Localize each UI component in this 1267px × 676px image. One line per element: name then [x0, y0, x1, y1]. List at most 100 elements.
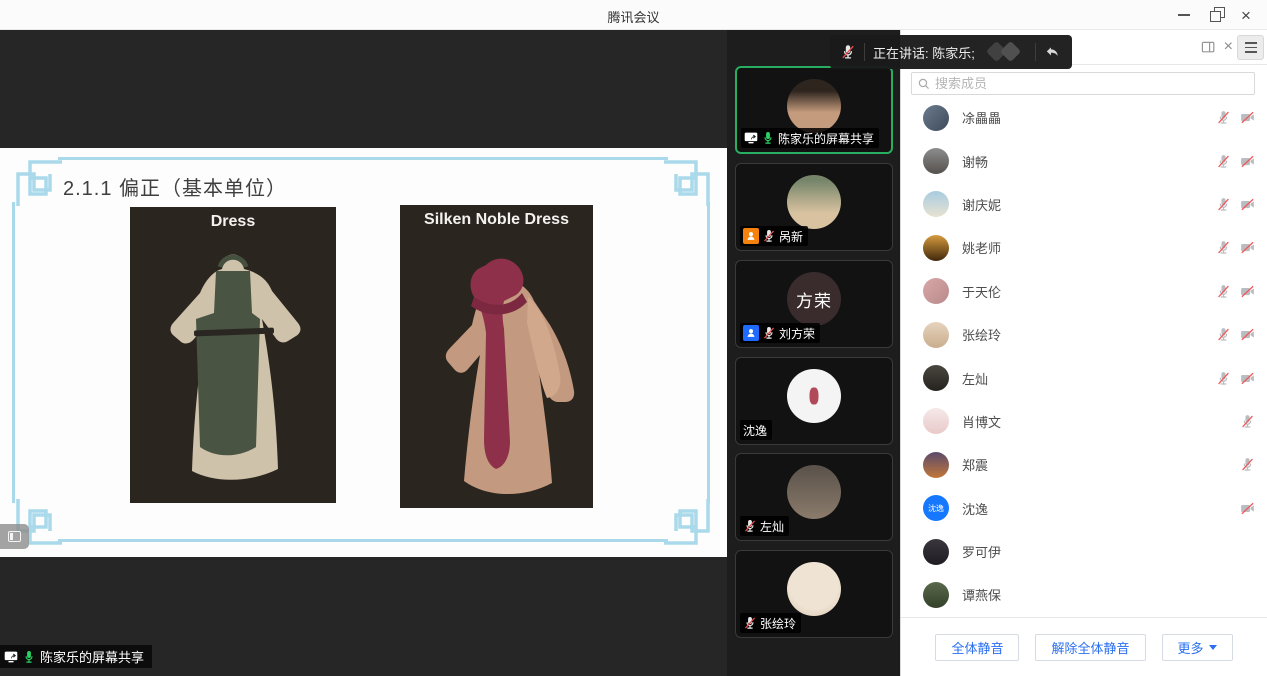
layout-toggle-handle[interactable] — [0, 524, 29, 549]
participant-name: 陈家乐的屏幕共享 — [778, 130, 874, 147]
unmute-all-button[interactable]: 解除全体静音 — [1035, 634, 1145, 661]
avatar — [923, 105, 949, 131]
mic-muted-icon[interactable] — [1216, 327, 1231, 342]
member-name: 左灿 — [962, 369, 1216, 388]
host-badge-icon — [743, 228, 759, 244]
member-row[interactable]: 沈逸 沈逸 — [901, 487, 1267, 530]
mic-muted-icon — [840, 44, 856, 60]
camera-muted-icon[interactable] — [1240, 154, 1255, 169]
avatar — [787, 465, 841, 519]
member-row[interactable]: 肖博文 — [901, 400, 1267, 443]
camera-muted-icon[interactable] — [1240, 371, 1255, 386]
panel-close-icon[interactable]: × — [1224, 39, 1233, 55]
avatar — [787, 175, 841, 229]
restore-button[interactable] — [1201, 0, 1231, 30]
video-tile[interactable]: 方荣 刘方荣 — [735, 260, 893, 348]
avatar-figure — [810, 388, 819, 405]
tile-label: 呙新 — [740, 226, 808, 246]
avatar — [923, 191, 949, 217]
mic-on-icon — [22, 650, 36, 664]
dress-illustration — [130, 207, 336, 503]
participant-name: 张绘玲 — [760, 615, 796, 632]
member-badge-icon — [743, 325, 759, 341]
member-name: 沈逸 — [962, 499, 1240, 518]
member-row[interactable]: 谢庆妮 — [901, 183, 1267, 226]
mic-muted-icon[interactable] — [1216, 240, 1231, 255]
hamburger-menu-button[interactable] — [1237, 35, 1264, 60]
more-button[interactable]: 更多 — [1162, 634, 1233, 661]
member-row[interactable]: 凃畾畾 — [901, 96, 1267, 139]
camera-muted-icon[interactable] — [1240, 110, 1255, 125]
mic-muted-icon[interactable] — [1216, 154, 1231, 169]
divider — [864, 43, 865, 61]
dropdown-arrow-icon — [1209, 645, 1217, 650]
participant-name: 刘方荣 — [779, 325, 815, 342]
minimize-button[interactable] — [1169, 0, 1199, 30]
mic-muted-icon — [743, 519, 757, 533]
avatar: 方荣 — [787, 272, 841, 326]
dress-illustration — [400, 205, 593, 508]
avatar-text: 方荣 — [787, 272, 841, 326]
member-row[interactable]: 罗可伊 — [901, 530, 1267, 573]
camera-muted-icon[interactable] — [1240, 284, 1255, 299]
video-thumbnail-strip: 陈家乐的屏幕共享 呙新 方荣 刘方荣 — [727, 30, 900, 676]
mic-muted-icon — [762, 326, 776, 340]
member-row[interactable]: 谢畅 — [901, 139, 1267, 182]
avatar — [923, 322, 949, 348]
video-tile[interactable]: 沈逸 — [735, 357, 893, 445]
video-tile[interactable]: 左灿 — [735, 453, 893, 541]
mic-on-icon — [761, 131, 775, 145]
screen-share-icon — [4, 650, 18, 664]
member-row[interactable]: 姚老师 — [901, 226, 1267, 269]
participant-name: 左灿 — [760, 518, 784, 535]
avatar — [923, 278, 949, 304]
mic-muted-icon[interactable] — [1216, 110, 1231, 125]
close-button[interactable]: × — [1231, 0, 1261, 30]
screen-share-icon — [744, 131, 758, 145]
screen-share-banner: 陈家乐的屏幕共享 — [0, 645, 152, 668]
member-row[interactable]: 张绘玲 — [901, 313, 1267, 356]
member-row[interactable]: 左灿 — [901, 356, 1267, 399]
mic-muted-icon[interactable] — [1240, 414, 1255, 429]
mic-muted-icon[interactable] — [1216, 197, 1231, 212]
mic-muted-icon[interactable] — [1216, 371, 1231, 386]
member-name: 郑震 — [962, 455, 1240, 474]
member-row[interactable]: 郑震 — [901, 443, 1267, 486]
search-input[interactable] — [935, 76, 1248, 91]
restore-icon — [1211, 10, 1221, 20]
speaking-toast: 正在讲话: 陈家乐; — [830, 35, 1072, 69]
member-name: 罗可伊 — [962, 542, 1255, 561]
window-titlebar: 腾讯会议 × — [0, 0, 1267, 30]
member-row[interactable]: 谭燕保 — [901, 573, 1267, 616]
avatar — [923, 408, 949, 434]
video-tile[interactable]: 呙新 — [735, 163, 893, 251]
members-panel: × 凃畾畾 谢畅 — [900, 30, 1267, 676]
mute-all-button[interactable]: 全体静音 — [935, 634, 1019, 661]
share-banner-label: 陈家乐的屏幕共享 — [40, 647, 144, 666]
mic-muted-icon — [762, 229, 776, 243]
mic-muted-icon[interactable] — [1216, 284, 1231, 299]
shared-slide: 2.1.1 偏正（基本单位） Dress Silke — [0, 148, 727, 557]
reply-arrow-icon[interactable] — [1044, 44, 1060, 60]
video-tile-screen-share[interactable]: 陈家乐的屏幕共享 — [735, 66, 893, 154]
member-row[interactable]: 于天伦 — [901, 270, 1267, 313]
panel-footer: 全体静音 解除全体静音 更多 — [901, 617, 1267, 676]
avatar — [923, 582, 949, 608]
avatar — [923, 235, 949, 261]
mic-muted-icon[interactable] — [1240, 457, 1255, 472]
dress-image-noble: Silken Noble Dress — [400, 205, 593, 508]
camera-muted-icon[interactable] — [1240, 327, 1255, 342]
image-caption: Dress — [130, 213, 336, 231]
camera-muted-icon[interactable] — [1240, 197, 1255, 212]
mic-muted-icon — [743, 616, 757, 630]
camera-muted-icon[interactable] — [1240, 501, 1255, 516]
camera-muted-icon[interactable] — [1240, 240, 1255, 255]
avatar: 沈逸 — [923, 495, 949, 521]
avatar — [787, 79, 841, 133]
video-tile[interactable]: 张绘玲 — [735, 550, 893, 638]
member-name: 谢畅 — [962, 152, 1216, 171]
window-title: 腾讯会议 — [0, 7, 1267, 26]
slide-title: 2.1.1 偏正（基本单位） — [63, 172, 287, 201]
popout-panel-icon[interactable] — [1201, 40, 1215, 54]
member-name: 张绘玲 — [962, 325, 1216, 344]
